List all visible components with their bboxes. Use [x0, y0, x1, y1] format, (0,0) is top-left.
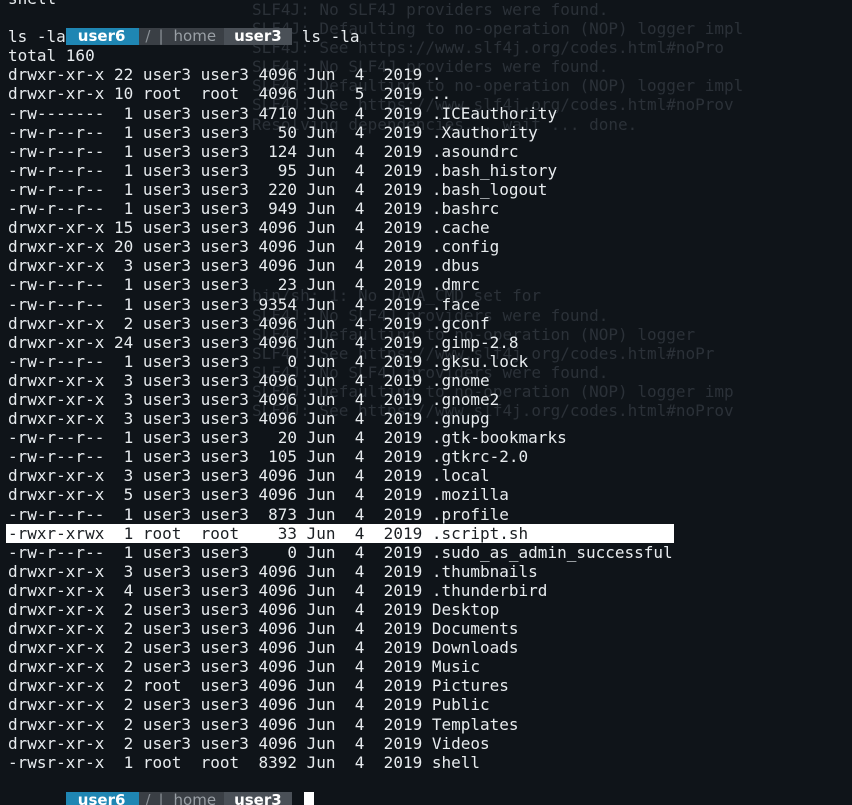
listing-row: drwxr-xr-x 3 user3 user3 4096 Jun 4 2019… — [8, 466, 490, 486]
listing-row: -rw-r--r-- 1 user3 user3 20 Jun 4 2019 .… — [8, 428, 567, 448]
listing-row: drwxr-xr-x 15 user3 user3 4096 Jun 4 201… — [8, 218, 490, 238]
listing-row: -rw-r--r-- 1 user3 user3 0 Jun 4 2019 .s… — [8, 542, 673, 562]
listing-row: -rw-r--r-- 1 user3 user3 0 Jun 4 2019 .g… — [8, 351, 529, 371]
prompt-line: user6 / | home user3 ls -la — [8, 8, 852, 46]
listing-row: drwxr-xr-x 3 user3 user3 4096 Jun 4 2019… — [8, 256, 481, 276]
listing-row: -rw-r--r-- 1 user3 user3 220 Jun 4 2019 … — [8, 179, 548, 199]
listing-row: -rwsr-xr-x 1 root root 8392 Jun 4 2019 s… — [8, 752, 481, 772]
listing-row: -rw-r--r-- 1 user3 user3 23 Jun 4 2019 .… — [8, 275, 481, 295]
listing-row: drwxr-xr-x 3 user3 user3 4096 Jun 4 2019… — [8, 370, 490, 390]
listing-row: drwxr-xr-x 3 user3 user3 4096 Jun 4 2019… — [8, 409, 490, 429]
listing-row: drwxr-xr-x 2 user3 user3 4096 Jun 4 2019… — [8, 313, 490, 333]
listing-row: drwxr-xr-x 3 user3 user3 4096 Jun 4 2019… — [8, 561, 538, 581]
command-echo: ls -la — [8, 27, 66, 47]
prompt-home-segment: home — [165, 791, 225, 805]
listing-row: -rw-r--r-- 1 user3 user3 9354 Jun 4 2019… — [8, 294, 481, 314]
directory-listing: drwxr-xr-x 22 user3 user3 4096 Jun 4 201… — [6, 65, 852, 772]
listing-row: drwxr-xr-x 2 user3 user3 4096 Jun 4 2019… — [8, 695, 490, 715]
terminal-window[interactable]: SLF4J: No SLF4J providers were found. SLF… — [0, 0, 852, 805]
active-prompt-line[interactable]: user6 / | home user3 — [8, 772, 852, 805]
prompt-user-segment: user6 — [65, 791, 140, 805]
listing-row: drwxr-xr-x 2 user3 user3 4096 Jun 4 2019… — [8, 714, 519, 734]
prompt-cwd-segment: user3 — [224, 791, 292, 805]
listing-total: total 160 — [8, 46, 95, 66]
listing-row: drwxr-xr-x 2 user3 user3 4096 Jun 4 2019… — [8, 657, 481, 677]
listing-row: -rw------- 1 user3 user3 4710 Jun 4 2019… — [8, 103, 558, 123]
listing-row: -rw-r--r-- 1 user3 user3 949 Jun 4 2019 … — [8, 199, 500, 219]
partial-output-line: shell — [8, 0, 852, 8]
text-cursor[interactable] — [303, 791, 314, 805]
shell-prompt: user6 / | home user3 — [65, 791, 292, 805]
listing-row: drwxr-xr-x 2 user3 user3 4096 Jun 4 2019… — [8, 600, 500, 619]
listing-row: drwxr-xr-x 2 user3 user3 4096 Jun 4 2019… — [8, 619, 519, 639]
listing-row: drwxr-xr-x 3 user3 user3 4096 Jun 4 2019… — [8, 389, 500, 409]
listing-row: drwxr-xr-x 2 user3 user3 4096 Jun 4 2019… — [8, 638, 519, 658]
listing-row: -rw-r--r-- 1 user3 user3 50 Jun 4 2019 .… — [8, 122, 538, 142]
listing-row: -rw-r--r-- 1 user3 user3 873 Jun 4 2019 … — [8, 504, 509, 524]
listing-row: drwxr-xr-x 5 user3 user3 4096 Jun 4 2019… — [8, 485, 509, 505]
listing-row: -rw-r--r-- 1 user3 user3 95 Jun 4 2019 .… — [8, 160, 558, 180]
listing-row: drwxr-xr-x 10 root root 4096 Jun 5 2019 … — [8, 84, 452, 104]
listing-row: -rw-r--r-- 1 user3 user3 105 Jun 4 2019 … — [8, 447, 529, 467]
listing-row: drwxr-xr-x 2 root user3 4096 Jun 4 2019 … — [8, 676, 509, 696]
listing-row-highlighted: -rwxr-xrwx 1 root root 33 Jun 4 2019 .sc… — [6, 523, 674, 543]
listing-row: drwxr-xr-x 24 user3 user3 4096 Jun 4 201… — [8, 332, 519, 352]
listing-row: drwxr-xr-x 22 user3 user3 4096 Jun 4 201… — [8, 65, 442, 85]
prompt-root-segment: / — [139, 791, 157, 805]
listing-row: -rw-r--r-- 1 user3 user3 124 Jun 4 2019 … — [8, 141, 519, 161]
listing-row: drwxr-xr-x 20 user3 user3 4096 Jun 4 201… — [8, 237, 500, 257]
listing-row: drwxr-xr-x 2 user3 user3 4096 Jun 4 2019… — [8, 733, 490, 753]
prompt-separator: | — [156, 791, 166, 805]
terminal-output: shell user6 / | home user3 ls -la ls -la… — [6, 0, 852, 805]
listing-row: drwxr-xr-x 4 user3 user3 4096 Jun 4 2019… — [8, 580, 548, 600]
